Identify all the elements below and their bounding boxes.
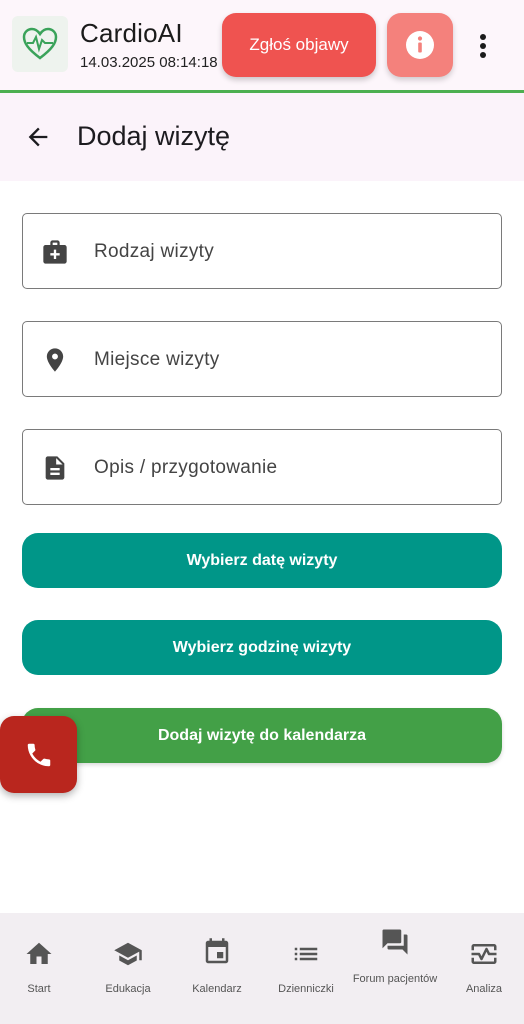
- add-to-calendar-button[interactable]: Dodaj wizytę do kalendarza: [22, 708, 502, 763]
- nav-item-dzienniczki[interactable]: Dzienniczki: [262, 913, 350, 1024]
- more-menu-button[interactable]: [468, 26, 498, 66]
- app-title: CardioAI: [80, 18, 183, 48]
- heart-ecg-icon: [12, 16, 68, 72]
- visit-type-placeholder: Rodzaj wizyty: [94, 241, 215, 262]
- app-bar: CardioAI 14.03.2025 08:14:18 Zgłoś objaw…: [0, 0, 524, 93]
- home-icon: [24, 939, 54, 969]
- nav-label: Analiza: [465, 983, 503, 995]
- app-datetime: 14.03.2025 08:14:18: [80, 54, 218, 71]
- nav-label: Kalendarz: [192, 983, 242, 995]
- bottom-navigation: Start Edukacja Kalendarz Dzienniczki For: [0, 913, 524, 1024]
- visit-description-field[interactable]: Opis / przygotowanie: [22, 429, 502, 505]
- location-pin-icon: [41, 346, 69, 374]
- info-button[interactable]: [387, 13, 453, 77]
- nav-label: Edukacja: [105, 983, 151, 995]
- nav-label: Start: [27, 983, 51, 995]
- page-header: Dodaj wizytę: [0, 93, 524, 181]
- document-icon: [41, 454, 69, 482]
- nav-item-analiza[interactable]: Analiza: [440, 913, 524, 1024]
- nav-label: Dzienniczki: [278, 983, 334, 995]
- nav-item-kalendarz[interactable]: Kalendarz: [173, 913, 261, 1024]
- forum-icon: [380, 927, 410, 957]
- choose-date-button[interactable]: Wybierz datę wizyty: [22, 533, 502, 588]
- visit-place-placeholder: Miejsce wizyty: [94, 349, 220, 370]
- visit-description-placeholder: Opis / przygotowanie: [94, 457, 278, 478]
- choose-time-button[interactable]: Wybierz godzinę wizyty: [22, 620, 502, 675]
- arrow-back-icon: [28, 127, 48, 147]
- nav-item-forum[interactable]: Forum pacjentów: [351, 913, 439, 1024]
- emergency-call-button[interactable]: [0, 716, 77, 793]
- medical-bag-icon: [41, 238, 69, 266]
- phone-icon: [27, 743, 50, 766]
- list-icon: [291, 939, 321, 969]
- nav-label: Forum pacjentów: [352, 973, 438, 985]
- info-icon: [406, 31, 434, 59]
- monitor-heart-icon: [469, 939, 499, 969]
- more-vert-icon: [480, 34, 486, 58]
- calendar-icon: [202, 937, 232, 967]
- back-button[interactable]: [20, 119, 56, 155]
- visit-type-field[interactable]: Rodzaj wizyty: [22, 213, 502, 289]
- nav-item-edukacja[interactable]: Edukacja: [84, 913, 172, 1024]
- report-symptoms-button[interactable]: Zgłoś objawy: [222, 13, 376, 77]
- school-icon: [113, 939, 143, 969]
- nav-item-start[interactable]: Start: [0, 913, 83, 1024]
- page-title: Dodaj wizytę: [77, 121, 231, 151]
- add-visit-screen: CardioAI 14.03.2025 08:14:18 Zgłoś objaw…: [0, 0, 524, 1024]
- visit-place-field[interactable]: Miejsce wizyty: [22, 321, 502, 397]
